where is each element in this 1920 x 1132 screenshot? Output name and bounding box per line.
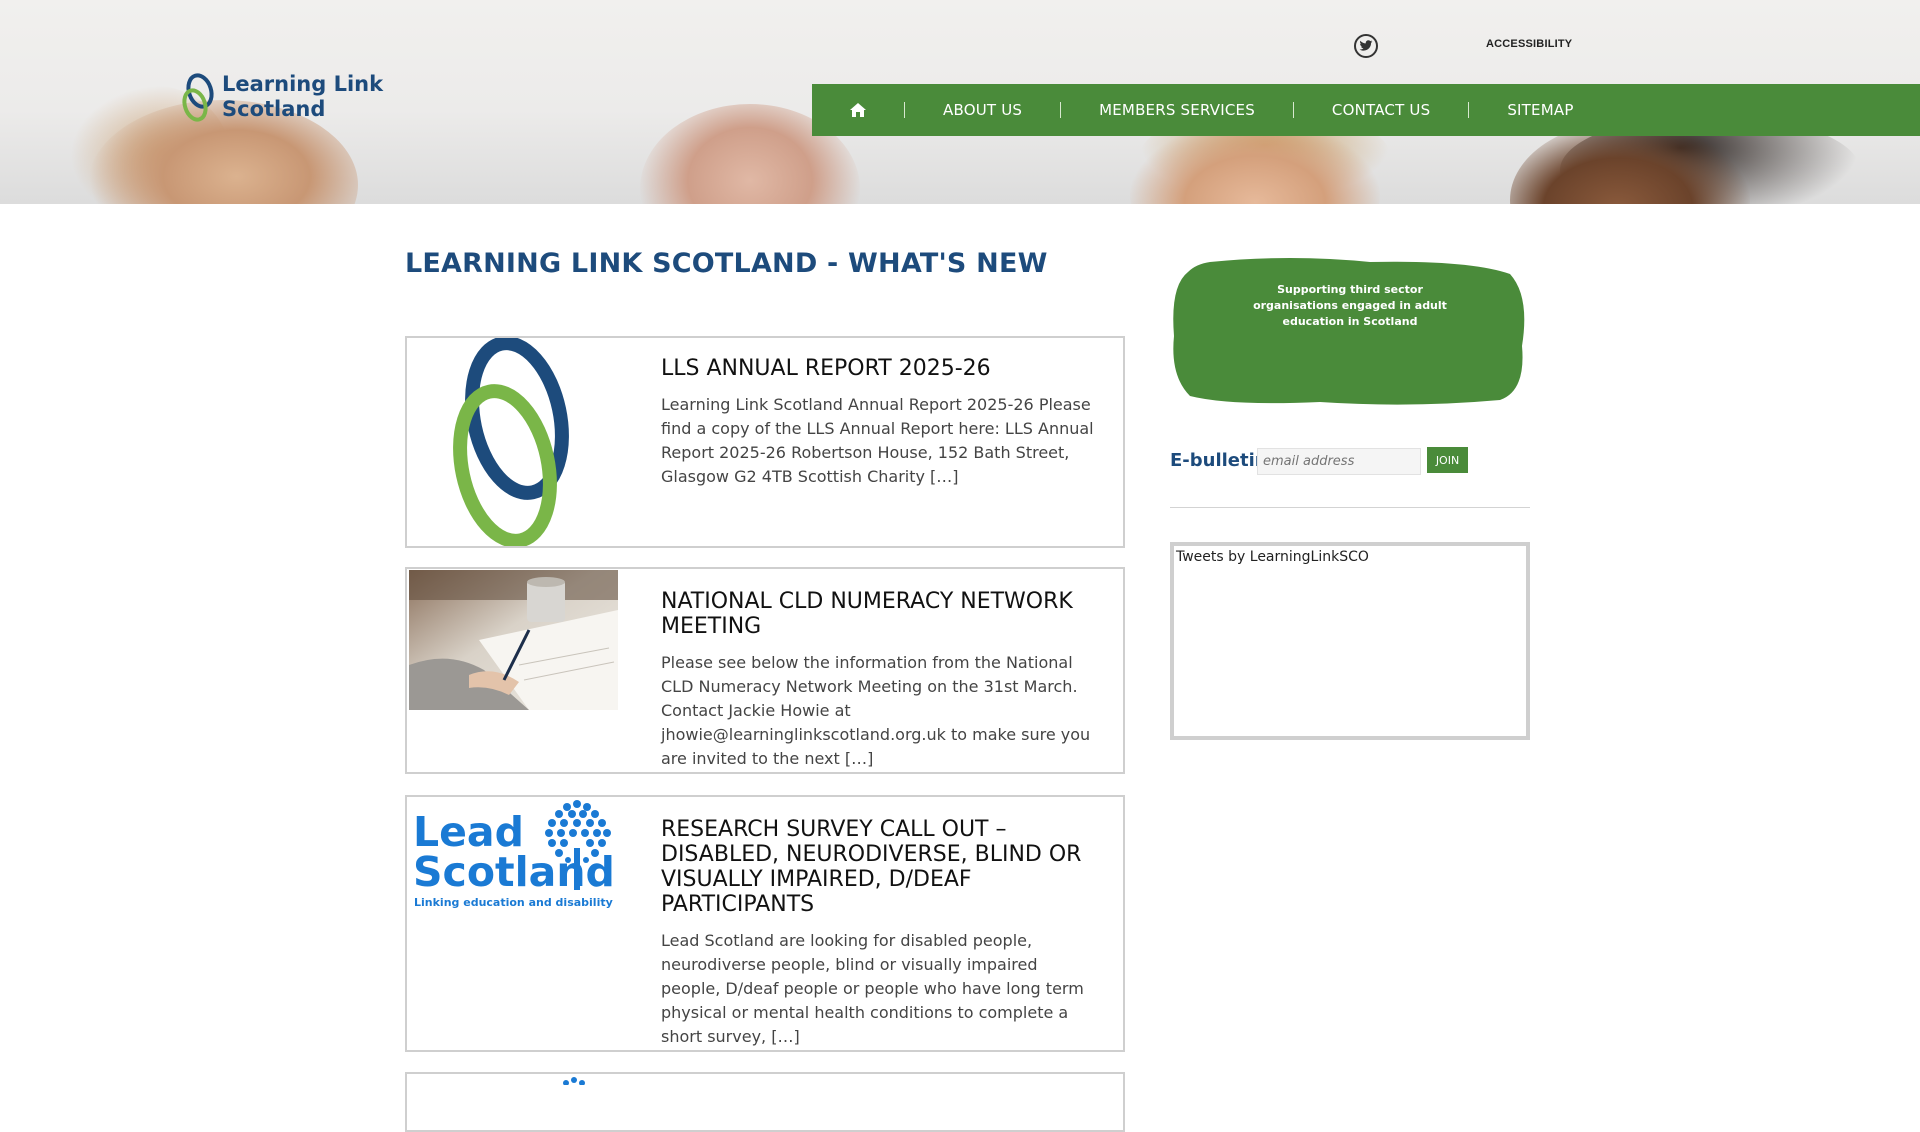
join-button[interactable]: JOIN: [1427, 447, 1468, 473]
lead-scotland-tree-icon: [563, 1077, 585, 1085]
post-title[interactable]: RESEARCH SURVEY CALL OUT – DISABLED, NEU…: [661, 817, 1101, 917]
post-body: RESEARCH SURVEY CALL OUT – DISABLED, NEU…: [661, 817, 1101, 1049]
twitter-link[interactable]: [1354, 34, 1378, 58]
post-title[interactable]: NATIONAL CLD NUMERACY NETWORK MEETING: [661, 589, 1101, 639]
nav-separator: [1468, 102, 1470, 118]
logo-line-2: Scotland: [222, 97, 326, 121]
logo-text: Learning Link Scotland: [222, 72, 383, 122]
post-card: LLS ANNUAL REPORT 2025-26 Learning Link …: [405, 336, 1125, 548]
sidebar-tagline: Supporting third sector organisations en…: [1253, 283, 1447, 328]
post-thumbnail[interactable]: [409, 1075, 618, 1087]
lls-logo-image: [453, 336, 569, 548]
nav-separator: [1060, 102, 1062, 118]
home-icon: [850, 103, 866, 117]
lead-scotland-tree-icon: [545, 800, 611, 890]
accessibility-link[interactable]: ACCESSIBILITY: [1486, 38, 1572, 50]
ebulletin-label: E-bulletin: [1170, 450, 1268, 471]
sidebar-divider: [1170, 507, 1530, 508]
site-header: Learning Link Scotland ACCESSIBILITY ABO…: [0, 0, 1920, 204]
nav-home[interactable]: [850, 103, 866, 117]
twitter-icon: [1359, 40, 1373, 51]
post-thumbnail[interactable]: Lead Scotland Linking education and disa…: [409, 798, 618, 918]
post-card: Lead Scotland Linking education and disa…: [405, 795, 1125, 1052]
post-title[interactable]: LLS ANNUAL REPORT 2025-26: [661, 356, 1101, 381]
tagline-blob: [1173, 258, 1525, 405]
post-card: [405, 1072, 1125, 1132]
nav-members-services[interactable]: MEMBERS SERVICES: [1099, 101, 1255, 119]
nav-about-us[interactable]: ABOUT US: [943, 101, 1022, 119]
nav-separator: [904, 102, 905, 118]
post-thumbnail[interactable]: [409, 570, 618, 710]
post-excerpt: Lead Scotland are looking for disabled p…: [661, 931, 1084, 1046]
post-thumbnail[interactable]: [409, 336, 618, 548]
email-field[interactable]: [1257, 448, 1421, 475]
main-nav: ABOUT US MEMBERS SERVICES CONTACT US SIT…: [812, 84, 1920, 136]
post-excerpt: Please see below the information from th…: [661, 653, 1091, 768]
post-body: LLS ANNUAL REPORT 2025-26 Learning Link …: [661, 356, 1101, 489]
nav-sitemap[interactable]: SITEMAP: [1507, 101, 1573, 119]
post-card: NATIONAL CLD NUMERACY NETWORK MEETING Pl…: [405, 567, 1125, 774]
site-logo[interactable]: Learning Link Scotland: [180, 72, 383, 124]
logo-line-1: Learning Link: [222, 72, 384, 96]
logo-rings-icon: [182, 73, 214, 122]
tweets-by-link[interactable]: Tweets by LearningLinkSCO: [1176, 549, 1369, 565]
nav-contact-us[interactable]: CONTACT US: [1332, 101, 1430, 119]
writing-photo-image: [409, 570, 618, 710]
post-excerpt: Learning Link Scotland Annual Report 202…: [661, 395, 1094, 486]
nav-separator: [1292, 102, 1294, 118]
lead-scotland-tagline: Linking education and disability: [414, 896, 613, 909]
twitter-timeline: Tweets by LearningLinkSCO: [1170, 542, 1530, 740]
post-body: NATIONAL CLD NUMERACY NETWORK MEETING Pl…: [661, 589, 1101, 771]
page-title: LEARNING LINK SCOTLAND - WHAT'S NEW: [405, 248, 1048, 279]
